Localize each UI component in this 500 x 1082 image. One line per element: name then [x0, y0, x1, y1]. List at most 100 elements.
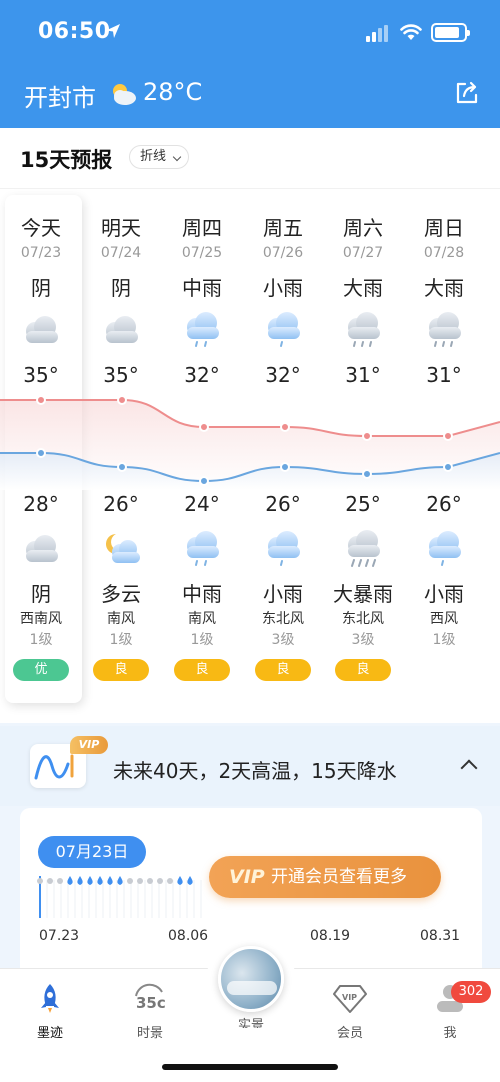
- share-icon[interactable]: [453, 79, 481, 107]
- rain-drop-icon: [177, 876, 183, 885]
- overcast-icon: [1, 520, 81, 578]
- axis-label: 07.23: [39, 928, 80, 944]
- dry-day-dot: [37, 878, 43, 884]
- rocket-icon: [41, 984, 59, 1013]
- svg-text:VIP: VIP: [342, 993, 357, 1002]
- home-indicator: [162, 1064, 338, 1070]
- forecast-day[interactable]: 周四 07/25 中雨 32°: [162, 212, 242, 387]
- forecast-night[interactable]: 26° 小雨 东北风 3级 良: [243, 492, 323, 681]
- 35c-icon: 35c: [135, 983, 166, 1012]
- forecast-day[interactable]: 周五 07/26 小雨 32°: [243, 212, 323, 387]
- low-temp: 26°: [426, 492, 462, 516]
- vip-upgrade-label: 开通会员查看更多: [271, 867, 407, 887]
- chart-mode-label: 折线: [140, 149, 167, 164]
- day-condition: 小雨: [263, 276, 303, 300]
- tab-label: 时景: [136, 1026, 163, 1041]
- precipitation-dots: [37, 876, 202, 918]
- night-condition: 中雨: [182, 582, 222, 606]
- day-condition: 阴: [31, 276, 51, 300]
- svg-text:35c: 35c: [136, 994, 166, 1012]
- day-name: 今天: [21, 216, 61, 240]
- wind-direction: 西南风: [20, 611, 62, 627]
- low-temp-point: [280, 462, 290, 472]
- tab-moji[interactable]: 墨迹: [10, 982, 90, 1041]
- live-photo-icon[interactable]: [218, 946, 284, 1012]
- tab-label: 会员: [336, 1026, 363, 1041]
- dry-day-dot: [57, 878, 63, 884]
- low-temp-point: [117, 462, 127, 472]
- aqi-badge: 良: [335, 659, 391, 681]
- low-temp: 28°: [23, 492, 59, 516]
- vip-upgrade-button[interactable]: VIP 开通会员查看更多: [209, 856, 441, 898]
- wind-direction: 西风: [430, 611, 458, 627]
- high-temp-point: [362, 431, 372, 441]
- low-temp-point: [362, 469, 372, 479]
- aqi-badge: 良: [174, 659, 230, 681]
- wind-level: 3级: [351, 632, 375, 648]
- overcast-icon: [81, 300, 161, 360]
- night-condition: 阴: [31, 582, 51, 606]
- long-range-summary: 未来40天，2天高温，15天降水: [113, 759, 397, 783]
- heavy-rain-icon: [323, 300, 403, 360]
- day-date: 07/24: [100, 245, 142, 261]
- forecast-title: 15天预报: [20, 148, 113, 172]
- axis-label: 08.06: [168, 928, 209, 944]
- aqi-badge: 良: [93, 659, 149, 681]
- selected-date-pill: 07月23日: [38, 836, 146, 868]
- rain-drop-icon: [87, 876, 93, 885]
- battery-icon: [431, 23, 470, 42]
- dry-day-dot: [157, 878, 163, 884]
- tab-label: 墨迹: [36, 1026, 63, 1041]
- cloudy-night-icon: [81, 520, 161, 578]
- city-name[interactable]: 开封市: [24, 78, 96, 113]
- day-date: 07/23: [20, 245, 62, 261]
- high-temp-point: [280, 422, 290, 432]
- forecast-night[interactable]: 25° 大暴雨 东北风 3级 良: [323, 492, 403, 681]
- forecast-night[interactable]: 28° 阴 西南风 1级 优: [1, 492, 81, 681]
- day-date: 07/26: [262, 245, 304, 261]
- aqi-badge: 优: [13, 659, 69, 681]
- high-temp-point: [36, 395, 46, 405]
- signal-icon: [366, 25, 388, 42]
- wind-level: 3级: [271, 632, 295, 648]
- forecast-day[interactable]: 今天 07/23 阴 35°: [1, 212, 81, 387]
- axis-label: 08.19: [310, 928, 351, 944]
- day-condition: 阴: [111, 276, 131, 300]
- forecast-night[interactable]: 26° 小雨 西风 1级: [404, 492, 484, 649]
- wifi-icon: [400, 24, 422, 40]
- light-rain-icon: [243, 300, 323, 360]
- forecast-day[interactable]: 周日 07/28 大雨 31°: [404, 212, 484, 387]
- day-date: 07/25: [181, 245, 223, 261]
- forecast-night[interactable]: 26° 多云 南风 1级 良: [81, 492, 161, 681]
- rain-drop-icon: [187, 876, 193, 885]
- night-condition: 多云: [101, 582, 141, 606]
- tab-member[interactable]: VIP 会员: [310, 982, 390, 1041]
- day-name: 周六: [343, 216, 383, 240]
- light-rain-icon: [404, 520, 484, 578]
- tab-shijing[interactable]: 35c 时景: [110, 982, 190, 1041]
- current-temp: 28°C: [143, 78, 203, 106]
- axis-label: 08.31: [420, 928, 461, 944]
- rain-drop-icon: [67, 876, 73, 885]
- day-condition: 大雨: [343, 276, 383, 300]
- rain-icon: [162, 300, 242, 360]
- forecast-day[interactable]: 明天 07/24 阴 35°: [81, 212, 161, 387]
- day-name: 周五: [263, 216, 303, 240]
- tab-label: 我: [443, 1026, 457, 1041]
- wind-level: 1级: [109, 632, 133, 648]
- partly-cloudy-icon: [113, 84, 136, 105]
- day-name: 周四: [182, 216, 222, 240]
- forecast-day[interactable]: 周六 07/27 大雨 31°: [323, 212, 403, 387]
- forecast-night[interactable]: 24° 中雨 南风 1级 良: [162, 492, 242, 681]
- dry-day-dot: [137, 878, 143, 884]
- night-condition: 大暴雨: [333, 582, 393, 606]
- wind-direction: 南风: [107, 611, 135, 627]
- location-arrow-icon: [106, 24, 120, 38]
- wind-level: 1级: [432, 632, 456, 648]
- chart-mode-dropdown[interactable]: 折线: [129, 145, 189, 169]
- vip-diamond-icon: VIP: [333, 985, 367, 1013]
- light-rain-icon: [243, 520, 323, 578]
- day-condition: 大雨: [424, 276, 464, 300]
- dry-day-dot: [167, 878, 173, 884]
- divider: [0, 188, 500, 189]
